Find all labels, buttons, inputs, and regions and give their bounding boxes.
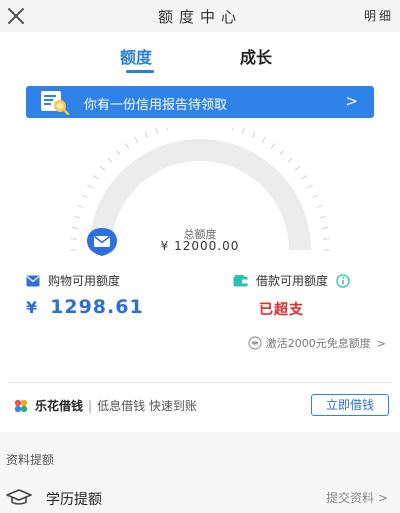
detail-link[interactable]: 明细 xyxy=(364,7,394,24)
gauge-tick xyxy=(231,128,234,131)
top-bar: 额度中心 明细 xyxy=(0,0,400,32)
graduation-cap-icon xyxy=(6,489,32,505)
shopping-quota-block: 购物可用额度 ¥1298.61 xyxy=(26,272,144,318)
gauge-tick xyxy=(312,194,319,199)
gauge-tick xyxy=(316,205,323,209)
divider xyxy=(8,382,392,383)
promo-text: 激活2000元免息额度 xyxy=(265,337,371,350)
tab-bar: 额度 成长 xyxy=(0,40,400,74)
brand-separator: | xyxy=(88,398,93,413)
gauge-tick xyxy=(74,215,81,219)
interest-free-promo-link[interactable]: 激活2000元免息额度 > xyxy=(248,335,386,351)
chevron-right-icon: > xyxy=(345,92,358,110)
gauge-tick xyxy=(93,175,99,180)
gauge-tick xyxy=(87,184,93,189)
envelope-icon xyxy=(26,275,40,286)
section-title: 资料提额 xyxy=(6,453,55,467)
gauge-tick xyxy=(134,137,139,143)
gauge-tick xyxy=(270,143,275,149)
gauge-tick xyxy=(241,128,245,134)
gauge-tick xyxy=(107,157,113,163)
ticket-icon xyxy=(248,336,262,350)
loan-over-limit-status: 已超支 xyxy=(259,302,304,318)
brand-row: 乐花借钱 | 低息借钱 快速到账 xyxy=(13,397,197,414)
info-icon[interactable] xyxy=(336,273,350,288)
education-upgrade-label: 学历提额 xyxy=(46,492,102,508)
gauge-tick xyxy=(116,150,121,156)
shopping-quota-label: 购物可用额度 xyxy=(48,274,121,288)
gauge-tick xyxy=(125,143,130,149)
tab-growth[interactable]: 成长 xyxy=(240,44,272,68)
education-upgrade-row[interactable]: 学历提额 提交资料 > xyxy=(0,480,400,513)
gauge-tick xyxy=(301,175,307,180)
tab-active-indicator xyxy=(126,70,154,73)
chevron-right-icon: > xyxy=(376,336,386,350)
gauge-tick xyxy=(100,166,106,171)
gauge-tick xyxy=(261,137,266,143)
report-icon xyxy=(41,91,70,115)
gauge-tick xyxy=(319,215,326,219)
gauge-tick xyxy=(77,205,84,209)
total-quota-value: ¥ 12000.00 xyxy=(160,239,240,253)
shopping-currency: ¥ xyxy=(26,298,39,317)
shopping-quota-amount: 1298.61 xyxy=(50,296,144,318)
gauge-tick xyxy=(81,194,88,199)
brand-slogan: 低息借钱 快速到账 xyxy=(97,399,197,413)
gauge-tick xyxy=(279,150,284,156)
gauge-tick xyxy=(166,128,169,131)
brand-logo-icon xyxy=(14,399,28,412)
gauge-tick xyxy=(294,166,300,171)
tab-quota[interactable]: 额度 xyxy=(120,44,152,68)
gauge-tick xyxy=(287,157,293,163)
borrow-now-button[interactable]: 立即借钱 xyxy=(311,394,389,416)
gauge-tick xyxy=(155,128,159,134)
gauge-tick xyxy=(307,184,313,189)
credit-report-banner[interactable]: 你有一份信用报告待领取 > xyxy=(26,86,374,118)
submit-materials-link[interactable]: 提交资料 > xyxy=(326,489,388,506)
banner-text: 你有一份信用报告待领取 xyxy=(84,98,228,113)
main-card: 额度中心 明细 额度 成长 你有一份信用报告待领取 > 总额度 ¥ 12000.… xyxy=(0,0,400,432)
loan-quota-label: 借款可用额度 xyxy=(256,274,329,288)
wallet-icon xyxy=(233,274,248,286)
brand-name: 乐花借钱 xyxy=(35,399,84,413)
gauge-tick xyxy=(144,131,149,138)
page-title: 额度中心 xyxy=(157,8,242,26)
gauge-tick xyxy=(251,131,256,138)
loan-quota-block: 借款可用额度 已超支 xyxy=(233,272,350,319)
